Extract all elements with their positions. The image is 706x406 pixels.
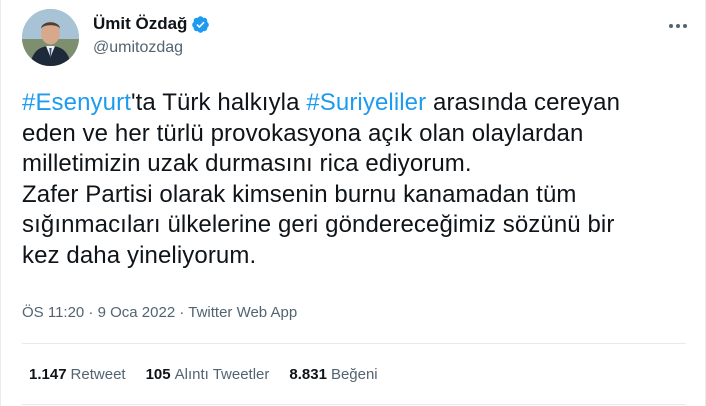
divider — [22, 343, 686, 344]
avatar[interactable] — [22, 9, 79, 66]
author-name-row[interactable]: Ümit Özdağ — [93, 14, 210, 34]
tweet-time[interactable]: ÖS 11:20 — [22, 304, 84, 321]
quote-label: Alıntı Tweetler — [174, 366, 270, 383]
tweet-text-segment: milletimizin uzak durmasını rica ediyoru… — [22, 150, 472, 177]
tweet-text-segment: sığınmacıları ülkelerine geri göndereceğ… — [22, 211, 615, 238]
tweet-text-line: Zafer Partisi olarak kimsenin burnu kana… — [22, 180, 692, 211]
hashtag-link[interactable]: #Esenyurt — [22, 89, 131, 116]
tweet-stats: 1.147 Retweet 105 Alıntı Tweetler 8.831 … — [29, 366, 398, 383]
tweet-text-segment: 'ta Türk halkıyla — [130, 89, 307, 116]
tweet-text: #Esenyurt'ta Türk halkıyla #Suriyeliler … — [22, 88, 692, 271]
like-count-link[interactable]: 8.831 Beğeni — [289, 366, 377, 383]
tweet-text-segment: Zafer Partisi olarak kimsenin burnu kana… — [22, 180, 577, 208]
retweet-count: 1.147 — [29, 366, 67, 383]
tweet-date[interactable]: 9 Oca 2022 — [98, 304, 176, 321]
quote-count-link[interactable]: 105 Alıntı Tweetler — [146, 366, 270, 383]
retweet-label: Retweet — [70, 366, 126, 383]
tweet-meta: ÖS 11:20 · 9 Oca 2022 · Twitter Web App — [22, 304, 297, 321]
tweet-text-segment: eden ve her türlü provokasyona açık olan… — [22, 119, 584, 147]
tweet-text-line: eden ve her türlü provokasyona açık olan… — [22, 119, 692, 150]
verified-badge-icon — [191, 15, 210, 34]
tweet-text-line: #Esenyurt'ta Türk halkıyla #Suriyeliler … — [22, 88, 692, 119]
tweet-text-line: milletimizin uzak durmasını rica ediyoru… — [22, 149, 692, 180]
author-handle[interactable]: @umitozdag — [93, 39, 183, 57]
tweet-card: Ümit Özdağ @umitozdag #Esenyurt'ta Türk … — [0, 0, 706, 406]
like-count: 8.831 — [289, 366, 327, 383]
avatar-image — [22, 9, 79, 66]
divider — [22, 404, 686, 405]
hashtag-link[interactable]: #Suriyeliler — [306, 89, 426, 116]
quote-count: 105 — [145, 366, 171, 383]
author-display-name[interactable]: Ümit Özdağ — [93, 14, 187, 34]
meta-separator: · — [84, 304, 98, 321]
like-label: Beğeni — [330, 366, 378, 383]
tweet-text-segment: arasında cereyan — [426, 89, 621, 116]
more-options-icon[interactable] — [669, 22, 693, 30]
tweet-source-app[interactable]: Twitter Web App — [188, 304, 297, 321]
retweet-count-link[interactable]: 1.147 Retweet — [29, 366, 126, 383]
tweet-text-line: kez daha yineliyorum. — [22, 241, 692, 272]
tweet-text-segment: kez daha yineliyorum. — [22, 241, 257, 269]
meta-separator: · — [175, 304, 189, 321]
tweet-text-line: sığınmacıları ülkelerine geri göndereceğ… — [22, 210, 692, 241]
